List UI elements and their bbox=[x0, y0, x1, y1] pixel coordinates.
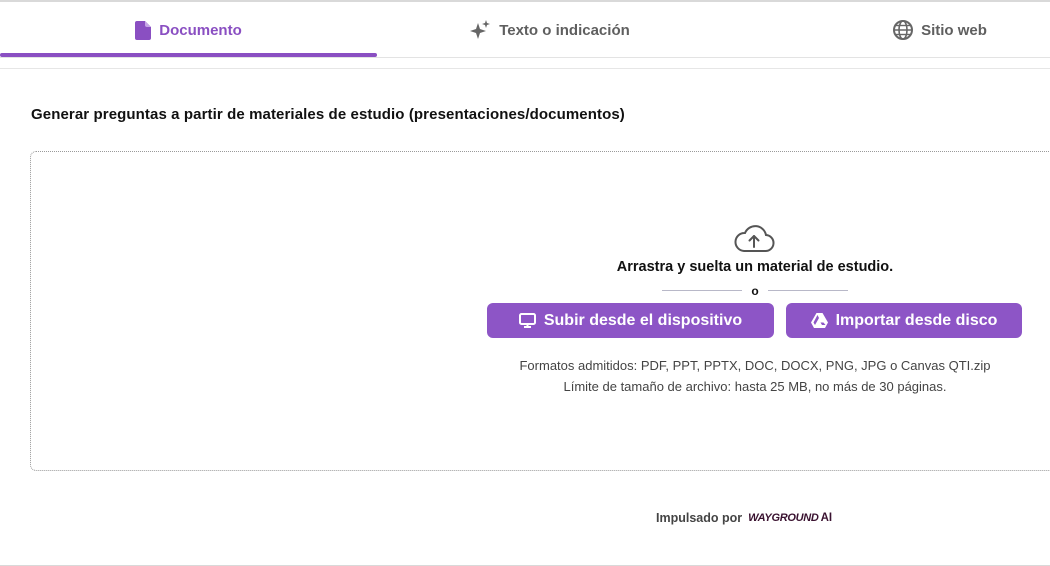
powered-by-label: Impulsado por bbox=[656, 511, 743, 525]
cloud-upload-icon bbox=[733, 224, 775, 259]
file-size-limit-text: Límite de tamaño de archivo: hasta 25 MB… bbox=[563, 379, 947, 394]
active-tab-indicator bbox=[0, 53, 377, 57]
upload-requirements: Formatos admitidos: PDF, PPT, PPTX, DOC,… bbox=[490, 355, 1020, 397]
brand-suffix: AI bbox=[820, 512, 833, 524]
drag-drop-text: Arrastra y suelta un material de estudio… bbox=[616, 259, 894, 275]
tab-label: Texto o indicación bbox=[499, 21, 630, 39]
button-label: Importar desde disco bbox=[835, 311, 998, 329]
tab-texto-o-indicacion[interactable]: Texto o indicación bbox=[377, 2, 722, 58]
tab-documento[interactable]: Documento bbox=[0, 2, 377, 58]
globe-icon bbox=[893, 20, 914, 40]
tab-label: Documento bbox=[159, 21, 242, 39]
tab-label: Sitio web bbox=[921, 21, 987, 39]
import-from-drive-button[interactable]: Importar desde disco bbox=[786, 303, 1022, 338]
or-separator: o bbox=[662, 284, 848, 298]
source-tabs: Documento Texto o indicación Sitio web bbox=[0, 2, 1050, 58]
document-icon bbox=[135, 20, 152, 40]
monitor-icon bbox=[518, 313, 536, 328]
supported-formats-text: Formatos admitidos: PDF, PPT, PPTX, DOC,… bbox=[519, 358, 991, 373]
tab-sitio-web[interactable]: Sitio web bbox=[850, 2, 1030, 58]
google-drive-icon bbox=[810, 313, 828, 328]
upload-from-device-button[interactable]: Subir desde el dispositivo bbox=[487, 303, 774, 338]
separator-line bbox=[768, 290, 848, 291]
divider bbox=[0, 68, 1050, 69]
wayground-logo: WAYGROUND bbox=[748, 512, 819, 524]
page-heading: Generar preguntas a partir de materiales… bbox=[31, 106, 625, 123]
button-label: Subir desde el dispositivo bbox=[543, 311, 743, 329]
powered-by: Impulsado por WAYGROUND AI bbox=[656, 511, 832, 525]
sparkle-icon bbox=[469, 20, 491, 40]
or-label: o bbox=[751, 284, 759, 298]
